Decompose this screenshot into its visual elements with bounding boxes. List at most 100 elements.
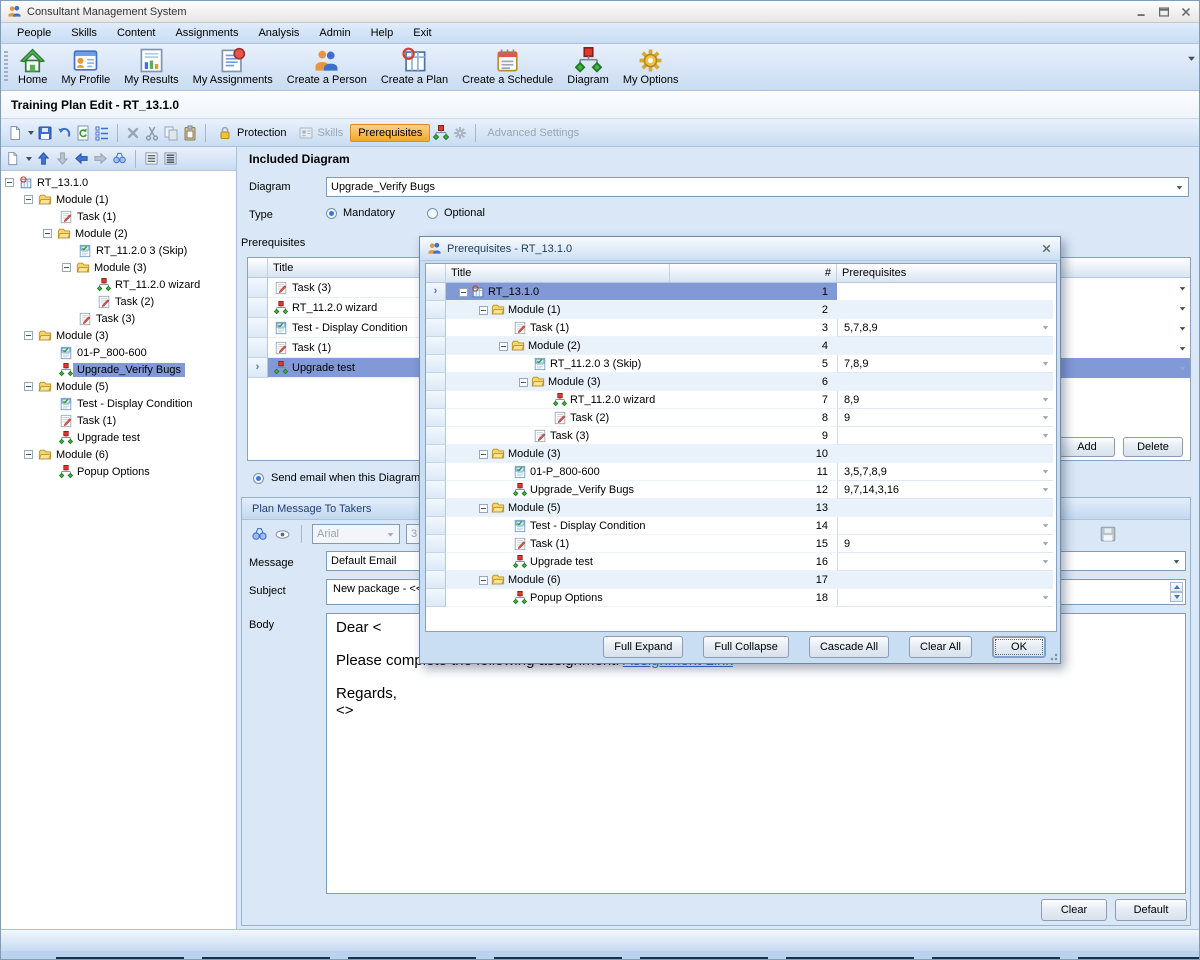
minimize-icon[interactable] bbox=[1135, 5, 1149, 19]
type-option-optional[interactable]: Optional bbox=[427, 207, 485, 219]
dialog-grid-row[interactable]: 01-P_800-600113,5,7,8,9 bbox=[426, 463, 1056, 481]
send-email-radio[interactable] bbox=[253, 473, 264, 484]
dialog-close-icon[interactable] bbox=[1040, 242, 1053, 255]
tree-item[interactable]: Task (3) bbox=[1, 310, 236, 327]
dialog-prerequisite-cell[interactable] bbox=[837, 589, 1053, 607]
undo-icon[interactable] bbox=[56, 125, 72, 141]
new-dropdown-icon[interactable] bbox=[26, 157, 32, 161]
up-icon[interactable] bbox=[36, 151, 51, 166]
tree-item[interactable]: Module (6) bbox=[1, 446, 236, 463]
dropdown-gray-icon[interactable] bbox=[1041, 323, 1050, 332]
dialog-row-gutter[interactable] bbox=[426, 463, 446, 481]
dialog-row-gutter[interactable] bbox=[426, 355, 446, 373]
tree-expander[interactable] bbox=[479, 450, 488, 459]
skills-button[interactable]: Skills bbox=[294, 122, 348, 144]
protection-button[interactable]: Protection bbox=[213, 122, 291, 144]
dialog-row-gutter[interactable] bbox=[426, 373, 446, 391]
dropdown-gray-icon[interactable] bbox=[1041, 431, 1050, 440]
dialog-row-gutter[interactable] bbox=[426, 535, 446, 553]
dialog-row-gutter[interactable] bbox=[426, 427, 446, 445]
prerequisites-button[interactable]: Prerequisites bbox=[350, 124, 430, 142]
dialog-grid-row[interactable]: ›RT_13.1.01 bbox=[426, 283, 1056, 301]
toolbar-my-options[interactable]: My Options bbox=[618, 46, 684, 87]
menu-help[interactable]: Help bbox=[361, 24, 404, 42]
chevron-down-icon[interactable] bbox=[1175, 183, 1184, 192]
dialog-grid-row[interactable]: Module (2)4 bbox=[426, 337, 1056, 355]
dialog-row-gutter[interactable] bbox=[426, 589, 446, 607]
tree-item[interactable]: Task (1) bbox=[1, 412, 236, 429]
diagram-combobox[interactable]: Upgrade_Verify Bugs bbox=[326, 177, 1189, 197]
dialog-prerequisite-cell[interactable] bbox=[837, 427, 1053, 445]
tree-item[interactable]: Upgrade_Verify Bugs bbox=[1, 361, 236, 378]
tree-expander[interactable] bbox=[479, 504, 488, 513]
dialog-prerequisite-cell[interactable]: 9 bbox=[837, 409, 1053, 427]
tree-expander[interactable] bbox=[499, 342, 508, 351]
dropdown-gray-icon[interactable] bbox=[1041, 557, 1050, 566]
tree-expander[interactable] bbox=[24, 450, 33, 459]
scroll-up-icon[interactable] bbox=[1170, 582, 1183, 592]
new-dropdown-icon[interactable] bbox=[28, 131, 34, 135]
toolbar-diagram[interactable]: Diagram bbox=[562, 46, 614, 87]
tree-item[interactable]: RT_11.2.0 wizard bbox=[1, 276, 236, 293]
tree-item[interactable]: Module (2) bbox=[1, 225, 236, 242]
dialog-prerequisite-cell[interactable]: 5,7,8,9 bbox=[837, 319, 1053, 337]
dialog-row-gutter[interactable] bbox=[426, 337, 446, 355]
close-icon[interactable] bbox=[1179, 5, 1193, 19]
dialog-grid-row[interactable]: Task (1)159 bbox=[426, 535, 1056, 553]
tree-item[interactable]: RT_13.1.0 bbox=[1, 174, 236, 191]
radio-mandatory[interactable] bbox=[326, 208, 337, 219]
advanced-settings-button[interactable]: Advanced Settings bbox=[483, 124, 583, 142]
dialog-prerequisite-cell[interactable]: 3,5,7,8,9 bbox=[837, 463, 1053, 481]
tree-expander[interactable] bbox=[24, 331, 33, 340]
delete-x-icon[interactable] bbox=[125, 125, 141, 141]
menu-assignments[interactable]: Assignments bbox=[165, 24, 248, 42]
dialog-grid-row[interactable]: Module (1)2 bbox=[426, 301, 1056, 319]
dialog-grid-row[interactable]: Module (3)10 bbox=[426, 445, 1056, 463]
dialog-cascade-all-button[interactable]: Cascade All bbox=[809, 636, 889, 658]
dropdown-icon[interactable] bbox=[1178, 304, 1187, 313]
find-icon[interactable] bbox=[112, 151, 127, 166]
dropdown-icon[interactable] bbox=[1178, 284, 1187, 293]
preview-eye-icon[interactable] bbox=[274, 526, 291, 543]
dialog-prerequisite-cell[interactable]: 9 bbox=[837, 535, 1053, 553]
dropdown-gray-icon[interactable] bbox=[1041, 485, 1050, 494]
down-icon[interactable] bbox=[55, 151, 70, 166]
dialog-grid-row[interactable]: Task (2)89 bbox=[426, 409, 1056, 427]
row-gutter[interactable] bbox=[248, 298, 268, 318]
font-combobox[interactable]: Arial bbox=[312, 524, 400, 544]
dialog-grid-row[interactable]: Module (5)13 bbox=[426, 499, 1056, 517]
tree-expander[interactable] bbox=[43, 229, 52, 238]
paste-icon[interactable] bbox=[182, 125, 198, 141]
save-icon[interactable] bbox=[37, 125, 53, 141]
menu-people[interactable]: People bbox=[7, 24, 61, 42]
tree-item[interactable]: Module (3) bbox=[1, 259, 236, 276]
dialog-full-collapse-button[interactable]: Full Collapse bbox=[703, 636, 789, 658]
dropdown-gray-icon[interactable] bbox=[1041, 467, 1050, 476]
dialog-grid-row[interactable]: RT_11.2.0 wizard78,9 bbox=[426, 391, 1056, 409]
dialog-row-gutter[interactable] bbox=[426, 499, 446, 517]
type-option-mandatory[interactable]: Mandatory bbox=[326, 207, 395, 219]
tree-item[interactable]: Test - Display Condition bbox=[1, 395, 236, 412]
gear-icon[interactable] bbox=[452, 125, 468, 141]
tree-expander[interactable] bbox=[5, 178, 14, 187]
save-message-icon[interactable] bbox=[1099, 525, 1117, 543]
dialog-clear-all-button[interactable]: Clear All bbox=[909, 636, 972, 658]
toolbar-home[interactable]: Home bbox=[13, 46, 52, 87]
tree-expander[interactable] bbox=[479, 306, 488, 315]
dialog-grid-row[interactable]: Upgrade test16 bbox=[426, 553, 1056, 571]
menu-exit[interactable]: Exit bbox=[403, 24, 441, 42]
new-icon[interactable] bbox=[5, 151, 20, 166]
find-icon[interactable] bbox=[251, 526, 268, 543]
dropdown-gray-icon[interactable] bbox=[1041, 539, 1050, 548]
new-icon[interactable] bbox=[7, 125, 23, 141]
dropdown-gray-icon[interactable] bbox=[1178, 364, 1187, 373]
row-gutter[interactable] bbox=[248, 338, 268, 358]
dialog-row-gutter[interactable] bbox=[426, 517, 446, 535]
tree-item[interactable]: 01-P_800-600 bbox=[1, 344, 236, 361]
row-gutter[interactable] bbox=[248, 278, 268, 298]
dialog-ok-button[interactable]: OK bbox=[992, 636, 1046, 658]
refresh-icon[interactable] bbox=[75, 125, 91, 141]
dialog-resize-grip[interactable] bbox=[1049, 652, 1058, 661]
dialog-row-gutter[interactable] bbox=[426, 301, 446, 319]
dropdown-gray-icon[interactable] bbox=[1041, 413, 1050, 422]
